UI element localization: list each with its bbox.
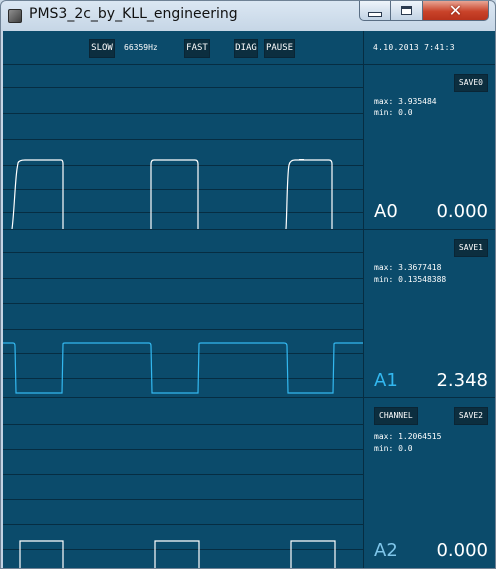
oscilloscope-area: SLOW 66359Hz FAST DIAG PAUSE 4.10.2013 7…: [3, 31, 495, 568]
save1-button[interactable]: SAVE1: [453, 239, 488, 257]
window-title: PMS3_2c_by_KLL_engineering: [29, 6, 238, 22]
fast-button[interactable]: FAST: [184, 39, 210, 58]
minimize-button[interactable]: [359, 1, 391, 21]
diag-button[interactable]: DIAG: [234, 39, 258, 58]
max-value: max: 3.935484: [374, 97, 437, 106]
plot-a0-svg: [3, 87, 363, 229]
maximize-icon: [401, 6, 412, 15]
channel-value-a0: 0.000: [436, 201, 488, 222]
toolbar: SLOW 66359Hz FAST DIAG PAUSE 4.10.2013 7…: [3, 31, 495, 64]
title-bar[interactable]: PMS3_2c_by_KLL_engineering ✕: [1, 1, 496, 31]
channel-panel-a1: SAVE1 max: 3.3677418 min: 0.13548388 A1 …: [364, 230, 495, 397]
close-button[interactable]: ✕: [423, 1, 489, 21]
channel-panel-a0: SAVE0 max: 3.935484 min: 0.0 A0 0.000: [364, 65, 495, 229]
sample-rate-label: 66359Hz: [124, 43, 158, 52]
minimize-icon: [368, 12, 382, 17]
channel-value-a1: 2.348: [436, 370, 488, 391]
channel-name-a2: A2: [374, 540, 398, 561]
plot-a2-svg: [3, 424, 363, 568]
pause-button[interactable]: PAUSE: [264, 39, 295, 58]
max-value: max: 1.2064515: [374, 432, 442, 441]
waveform-a1: [3, 342, 363, 394]
waveform-a2: [19, 540, 336, 568]
channel-name-a0: A0: [374, 201, 398, 222]
datetime-label: 4.10.2013 7:41:3: [373, 43, 455, 52]
slow-button[interactable]: SLOW: [89, 39, 115, 58]
save2-button[interactable]: SAVE2: [453, 407, 488, 425]
min-value: min: 0.0: [374, 108, 413, 117]
app-window: PMS3_2c_by_KLL_engineering ✕ SLOW 66359H…: [0, 0, 496, 569]
channel-panel-a2: CHANNEL SAVE2 max: 1.2064515 min: 0.0 A2…: [364, 398, 495, 568]
save0-button[interactable]: SAVE0: [453, 74, 488, 92]
plot-a1: [3, 230, 363, 397]
channel-name-a1: A1: [374, 370, 398, 391]
app-icon[interactable]: [8, 9, 22, 23]
plot-a0: [3, 65, 363, 229]
max-value: max: 3.3677418: [374, 263, 442, 272]
channel-value-a2: 0.000: [436, 540, 488, 561]
channel-button[interactable]: CHANNEL: [374, 407, 418, 425]
close-icon: ✕: [448, 0, 463, 20]
min-value: min: 0.13548388: [374, 275, 447, 284]
plot-a2: [3, 398, 363, 568]
plot-a1-svg: [3, 252, 363, 394]
waveform-a0: [11, 159, 333, 229]
min-value: min: 0.0: [374, 444, 413, 453]
maximize-button[interactable]: [391, 1, 423, 21]
